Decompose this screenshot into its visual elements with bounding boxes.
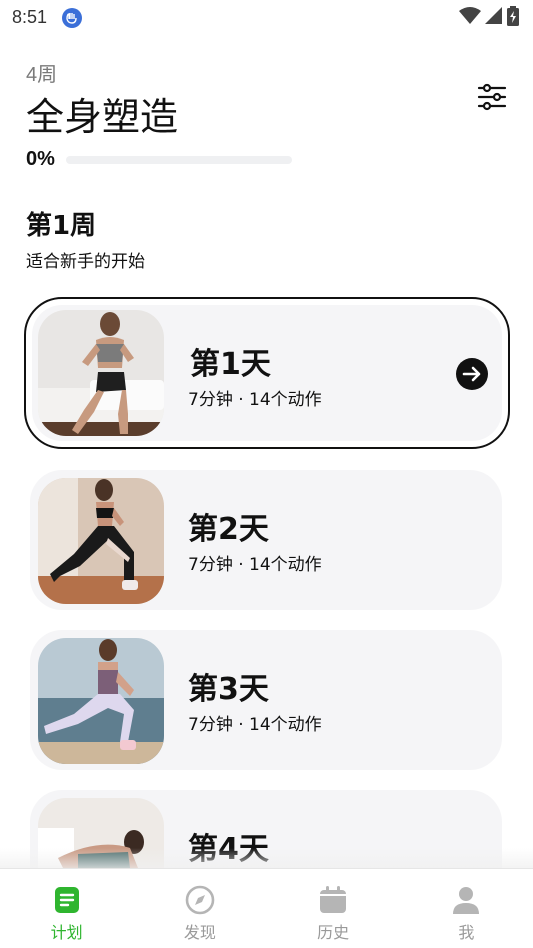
bottom-nav: 计划 发现 历史 我: [0, 868, 533, 948]
day-3-photo: [38, 638, 164, 764]
day-1-title: 第1天: [190, 347, 271, 382]
status-time: 8:51: [12, 7, 48, 27]
day-card-3[interactable]: 第3天 7分钟 · 14个动作: [30, 630, 502, 770]
signal-icon: [485, 7, 503, 29]
nav-tab-discover[interactable]: 发现: [133, 869, 266, 948]
day-2-meta: 7分钟 · 14个动作: [188, 555, 322, 575]
filter-button[interactable]: [477, 82, 507, 112]
status-bar: 8:51: [0, 0, 533, 36]
day-3-title: 第3天: [188, 672, 269, 707]
weeks-label: 4周: [26, 64, 58, 86]
nav-label-discover: 发现: [183, 923, 216, 942]
progress-bar: [66, 156, 292, 164]
nav-tab-me[interactable]: 我: [400, 869, 533, 948]
day-1-photo: [38, 310, 164, 436]
start-day-button[interactable]: [456, 358, 488, 390]
week-title: 第1周: [26, 211, 97, 241]
app-notification-icon: [62, 8, 82, 28]
wifi-icon: [459, 7, 481, 29]
compass-icon: [185, 885, 215, 915]
nav-label-plan: 计划: [50, 923, 83, 942]
page-title: 全身塑造: [26, 95, 179, 139]
plan-document-icon: [52, 885, 82, 915]
nav-label-me: 我: [458, 923, 475, 942]
day-3-meta: 7分钟 · 14个动作: [188, 715, 322, 735]
progress-percent: 0%: [26, 148, 55, 170]
nav-tab-history[interactable]: 历史: [267, 869, 400, 948]
day-card-1[interactable]: 第1天 7分钟 · 14个动作: [24, 297, 510, 449]
nav-label-history: 历史: [317, 923, 350, 942]
week-description: 适合新手的开始: [26, 252, 145, 272]
calendar-icon: [318, 885, 348, 915]
battery-charging-icon: [507, 6, 519, 30]
day-2-photo: [38, 478, 164, 604]
day-1-meta: 7分钟 · 14个动作: [188, 390, 322, 410]
sliders-icon: [477, 83, 507, 116]
nav-tab-plan[interactable]: 计划: [0, 869, 133, 948]
arrow-right-circle-icon: [456, 358, 488, 394]
person-icon: [451, 885, 481, 915]
day-card-2[interactable]: 第2天 7分钟 · 14个动作: [30, 470, 502, 610]
day-2-title: 第2天: [188, 512, 269, 547]
